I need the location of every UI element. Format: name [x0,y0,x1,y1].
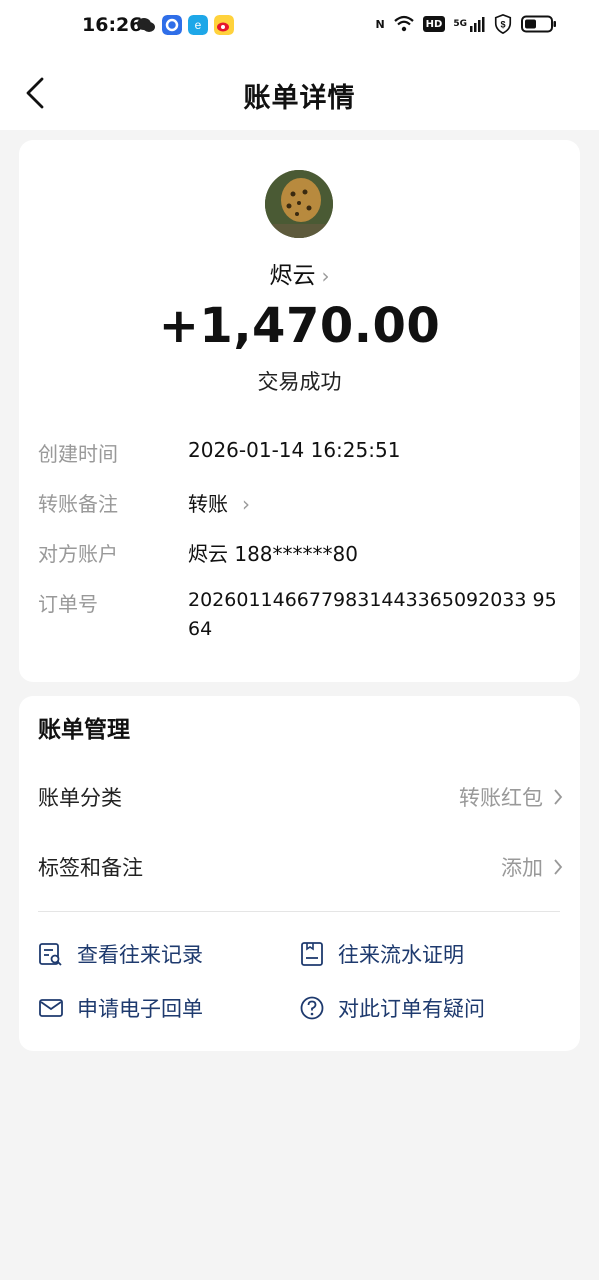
electronic-receipt-button[interactable]: 申请电子回单 [38,993,203,1023]
tags-notes-label: 标签和备注 [38,856,143,880]
counterparty-name[interactable]: 烬云 › [19,256,580,290]
bill-management-title: 账单管理 [38,717,130,743]
records-search-icon [39,943,62,966]
notification-icons: e [136,15,234,35]
mail-icon [39,999,63,1017]
view-records-button[interactable]: 查看往来记录 [38,939,203,969]
hd-icon: HD [422,16,446,32]
weibo-icon [214,15,234,35]
chevron-right-icon [554,859,563,875]
app-icon-blue [162,15,182,35]
tags-notes-value: 添加 [501,856,543,880]
transfer-note-text: 转账 [188,492,228,516]
signal-5g-label: 5G [453,19,467,29]
bill-category-value: 转账红包 [459,786,543,810]
transfer-note-label: 转账备注 [38,492,118,516]
shield-dollar-icon: $ [494,14,512,34]
order-question-label: 对此订单有疑问 [338,997,485,1021]
chevron-right-icon: › [321,264,330,288]
bill-management-card: 账单管理 账单分类 转账红包 标签和备注 添加 查看往来记录 往来流水证明 申请… [19,696,580,1051]
signal-5g-icon: 5G [453,14,485,34]
wechat-icon [137,18,155,32]
transaction-amount: +1,470.00 [158,298,441,354]
view-records-label: 查看往来记录 [77,943,203,967]
order-question-button[interactable]: 对此订单有疑问 [299,993,485,1023]
electronic-receipt-label: 申请电子回单 [77,997,203,1021]
jaguar-photo-icon [265,170,333,238]
svg-text:e: e [195,18,202,32]
battery-icon [521,15,556,33]
divider [38,911,560,912]
counterparty-account-label: 对方账户 [38,542,118,566]
chevron-right-icon [554,789,563,805]
bill-category-label: 账单分类 [38,786,122,810]
status-bar: 16:26 e N HD 5G $ [0,0,599,52]
created-time-value: 2026-01-14 16:25:51 [188,438,401,462]
nfc-icon: N [375,17,385,31]
counterparty-account-value: 烬云 188******80 [188,542,358,566]
avatar[interactable] [265,170,333,238]
transaction-status: 交易成功 [257,370,342,394]
transfer-note-value[interactable]: 转账 › [188,488,250,517]
statement-certificate-label: 往来流水证明 [338,943,464,967]
question-icon [300,996,324,1020]
statement-certificate-icon [301,942,323,966]
order-number-value: 2026011466779831443365092033 9564 [188,589,557,640]
statement-certificate-button[interactable]: 往来流水证明 [299,939,464,969]
wifi-icon [393,15,414,32]
status-icons: N HD 5G $ [375,14,557,34]
page-title: 账单详情 [243,83,356,114]
tags-notes-add[interactable]: 添加 [501,852,563,882]
order-number-label: 订单号 [38,592,98,616]
created-time-label: 创建时间 [38,442,118,466]
app-icon-lightblue: e [188,15,208,35]
counterparty-name-label: 烬云 [269,263,316,289]
bill-category-selector[interactable]: 转账红包 [459,782,563,812]
svg-text:$: $ [500,20,505,30]
transaction-card: 烬云 › +1,470.00 交易成功 创建时间 2026-01-14 16:25… [19,140,580,682]
navigation-bar: 账单详情 [0,52,599,130]
chevron-right-icon: › [242,492,250,516]
status-time: 16:26 [82,14,143,36]
